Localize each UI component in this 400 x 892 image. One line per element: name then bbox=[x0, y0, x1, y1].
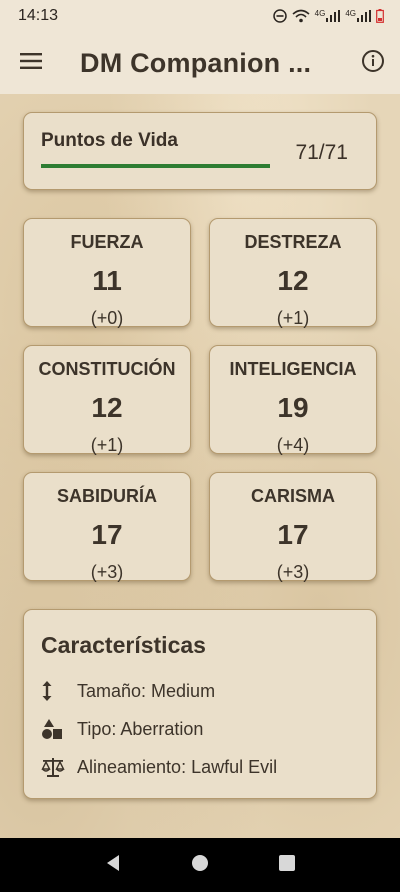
hit-points-label: Puntos de Vida bbox=[41, 130, 178, 151]
stat-name: INTELIGENCIA bbox=[229, 359, 357, 379]
stat-score: 17 bbox=[91, 519, 123, 550]
app-bar: DM Companion ... bbox=[0, 32, 400, 94]
characteristics-card: Características Tamaño: Medium Tipo: Abe… bbox=[23, 609, 377, 799]
status-bar: 14:13 4G 4G bbox=[0, 0, 400, 32]
stat-card-intelligence[interactable]: INTELIGENCIA 19 (+4) bbox=[209, 345, 377, 455]
stat-card-wisdom[interactable]: SABIDURÍA 17 (+3) bbox=[23, 472, 191, 582]
characteristics-title: Características bbox=[41, 632, 206, 658]
alignment-row: Alineamiento: Lawful Evil bbox=[41, 756, 277, 778]
home-icon[interactable] bbox=[191, 854, 209, 877]
wifi-icon bbox=[292, 9, 310, 23]
stat-name: FUERZA bbox=[70, 232, 144, 252]
hit-points-bar bbox=[41, 164, 270, 168]
type-row: Tipo: Aberration bbox=[41, 718, 203, 740]
height-arrows-icon bbox=[41, 680, 67, 702]
signal-icon bbox=[326, 10, 341, 22]
system-nav-bar bbox=[0, 838, 400, 892]
menu-icon bbox=[20, 52, 42, 74]
signal-icon-2 bbox=[357, 10, 371, 22]
monster-sheet: Puntos de Vida 71/71 FUERZA 11 (+0) DEST… bbox=[0, 94, 400, 838]
status-time: 14:13 bbox=[18, 7, 59, 24]
status-icons: 4G 4G bbox=[272, 9, 384, 23]
stat-card-charisma[interactable]: CARISMA 17 (+3) bbox=[209, 472, 377, 582]
stat-name: SABIDURÍA bbox=[56, 486, 157, 506]
stat-modifier: (+4) bbox=[276, 435, 310, 455]
stat-modifier: (+1) bbox=[276, 308, 310, 328]
hit-points-card: Puntos de Vida 71/71 bbox=[23, 112, 377, 190]
stat-name: CARISMA bbox=[251, 486, 335, 506]
type-text: Tipo: Aberration bbox=[77, 718, 204, 739]
stat-score: 17 bbox=[277, 519, 309, 550]
recents-icon[interactable] bbox=[278, 854, 296, 877]
stat-name: DESTREZA bbox=[244, 232, 342, 252]
menu-button[interactable] bbox=[0, 32, 62, 94]
hit-points-bar-fill bbox=[41, 164, 270, 168]
size-text: Tamaño: Medium bbox=[77, 680, 216, 701]
stat-modifier: (+3) bbox=[90, 562, 124, 582]
info-icon bbox=[361, 49, 385, 78]
scales-icon bbox=[41, 756, 67, 778]
stat-card-strength[interactable]: FUERZA 11 (+0) bbox=[23, 218, 191, 328]
info-button[interactable] bbox=[346, 32, 400, 94]
network-type-label-1: 4G bbox=[314, 9, 326, 18]
shapes-icon bbox=[41, 718, 67, 740]
battery-icon bbox=[376, 9, 384, 23]
stat-score: 11 bbox=[92, 265, 122, 296]
network-type-label-2: 4G bbox=[345, 9, 356, 18]
stat-modifier: (+0) bbox=[90, 308, 124, 328]
stat-card-constitution[interactable]: CONSTITUCIÓN 12 (+1) bbox=[23, 345, 191, 455]
stat-name: CONSTITUCIÓN bbox=[38, 359, 176, 379]
app-title: DM Companion ... bbox=[80, 47, 312, 78]
stat-modifier: (+1) bbox=[90, 435, 124, 455]
stat-modifier: (+3) bbox=[276, 562, 310, 582]
stat-score: 19 bbox=[277, 392, 309, 423]
stat-card-dexterity[interactable]: DESTREZA 12 (+1) bbox=[209, 218, 377, 328]
hit-points-value: 71/71 bbox=[295, 141, 348, 164]
dnd-icon bbox=[272, 9, 287, 23]
size-row: Tamaño: Medium bbox=[41, 680, 215, 702]
back-icon[interactable] bbox=[104, 854, 122, 877]
stat-score: 12 bbox=[277, 265, 309, 296]
stat-score: 12 bbox=[91, 392, 123, 423]
alignment-text: Alineamiento: Lawful Evil bbox=[77, 756, 278, 777]
